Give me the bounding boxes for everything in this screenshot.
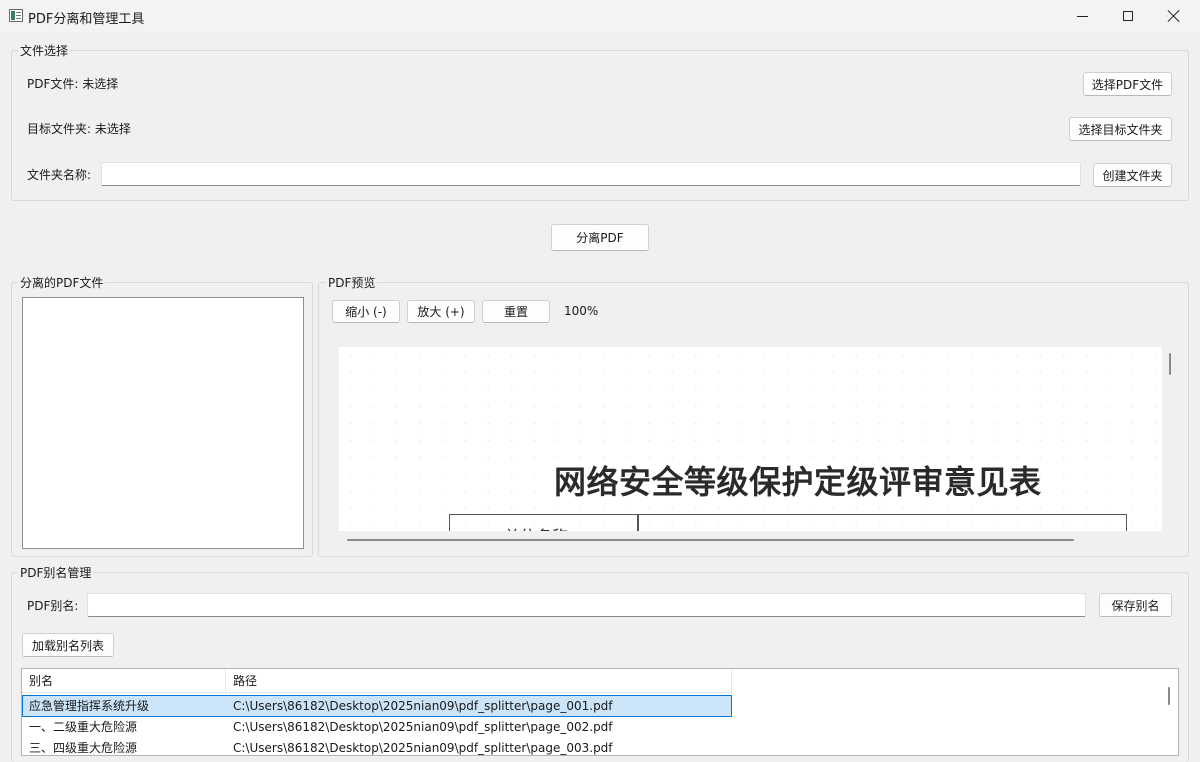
create-folder-button[interactable]: 创建文件夹 [1093, 163, 1172, 187]
zoom-out-button[interactable]: 缩小 (-) [332, 300, 400, 323]
maximize-button[interactable] [1105, 0, 1151, 32]
table-vertical-scrollbar[interactable] [1168, 687, 1170, 705]
alias-label: PDF别名: [27, 599, 79, 613]
preview-document-title: 网络安全等级保护定级评审意见表 [554, 463, 1042, 501]
alias-cell: 三、四级重大危险源 [29, 741, 138, 755]
reset-zoom-button[interactable]: 重置 [482, 300, 550, 323]
load-alias-list-button[interactable]: 加载别名列表 [22, 633, 114, 657]
title-bar: PDF分离和管理工具 [0, 0, 1200, 32]
maximize-icon [1123, 11, 1133, 21]
minimize-button[interactable] [1059, 0, 1105, 32]
alias-cell: 一、二级重大危险源 [29, 720, 138, 734]
pdf-file-label: PDF文件: 未选择 [27, 77, 119, 91]
alias-group-title: PDF别名管理 [18, 564, 94, 581]
minimize-icon [1076, 15, 1088, 17]
preview-horizontal-scrollbar[interactable] [347, 539, 1074, 541]
close-button[interactable] [1151, 0, 1197, 32]
app-window: PDF分离和管理工具 文件选择 PDF文件: 未选择 选择PDF文件 目标文件夹… [0, 0, 1200, 762]
column-header-alias[interactable]: 别名 [22, 669, 226, 693]
file-select-group-title: 文件选择 [18, 42, 71, 59]
window-title: PDF分离和管理工具 [28, 12, 145, 27]
alias-cell: 应急管理指挥系统升级 [29, 699, 150, 713]
split-files-list[interactable] [22, 297, 304, 549]
alias-table[interactable]: 别名 路径 应急管理指挥系统升级 C:\Users\86182\Desktop\… [21, 668, 1179, 756]
alias-input[interactable] [87, 593, 1086, 617]
table-row[interactable]: 应急管理指挥系统升级 C:\Users\86182\Desktop\2025ni… [22, 695, 732, 717]
zoom-in-button[interactable]: 放大 (+) [407, 300, 475, 323]
folder-name-input[interactable] [101, 162, 1081, 186]
pdf-preview-canvas[interactable]: 网络安全等级保护定级评审意见表 单位名称 [339, 347, 1162, 531]
select-pdf-button[interactable]: 选择PDF文件 [1083, 72, 1172, 96]
preview-table-divider [637, 514, 639, 531]
preview-vertical-scrollbar[interactable] [1169, 353, 1171, 375]
split-pdf-button[interactable]: 分离PDF [551, 224, 649, 251]
path-cell: C:\Users\86182\Desktop\2025nian09\pdf_sp… [233, 741, 613, 755]
save-alias-button[interactable]: 保存别名 [1099, 593, 1172, 617]
app-icon [9, 9, 23, 22]
scan-noise [339, 347, 1162, 531]
table-row[interactable]: 三、四级重大危险源 C:\Users\86182\Desktop\2025nia… [22, 738, 732, 755]
preview-group-title: PDF预览 [326, 274, 378, 291]
target-folder-label: 目标文件夹: 未选择 [27, 122, 131, 136]
table-row[interactable]: 一、二级重大危险源 C:\Users\86182\Desktop\2025nia… [22, 717, 732, 739]
close-icon [1168, 10, 1180, 22]
path-cell: C:\Users\86182\Desktop\2025nian09\pdf_sp… [233, 720, 613, 734]
split-files-group-title: 分离的PDF文件 [18, 274, 106, 291]
zoom-level: 100% [564, 304, 599, 318]
column-header-path[interactable]: 路径 [226, 669, 732, 693]
path-cell: C:\Users\86182\Desktop\2025nian09\pdf_sp… [233, 699, 613, 713]
select-target-folder-button[interactable]: 选择目标文件夹 [1069, 117, 1172, 141]
preview-table-cell-text: 单位名称 [504, 523, 568, 531]
folder-name-label: 文件夹名称: [27, 168, 92, 182]
